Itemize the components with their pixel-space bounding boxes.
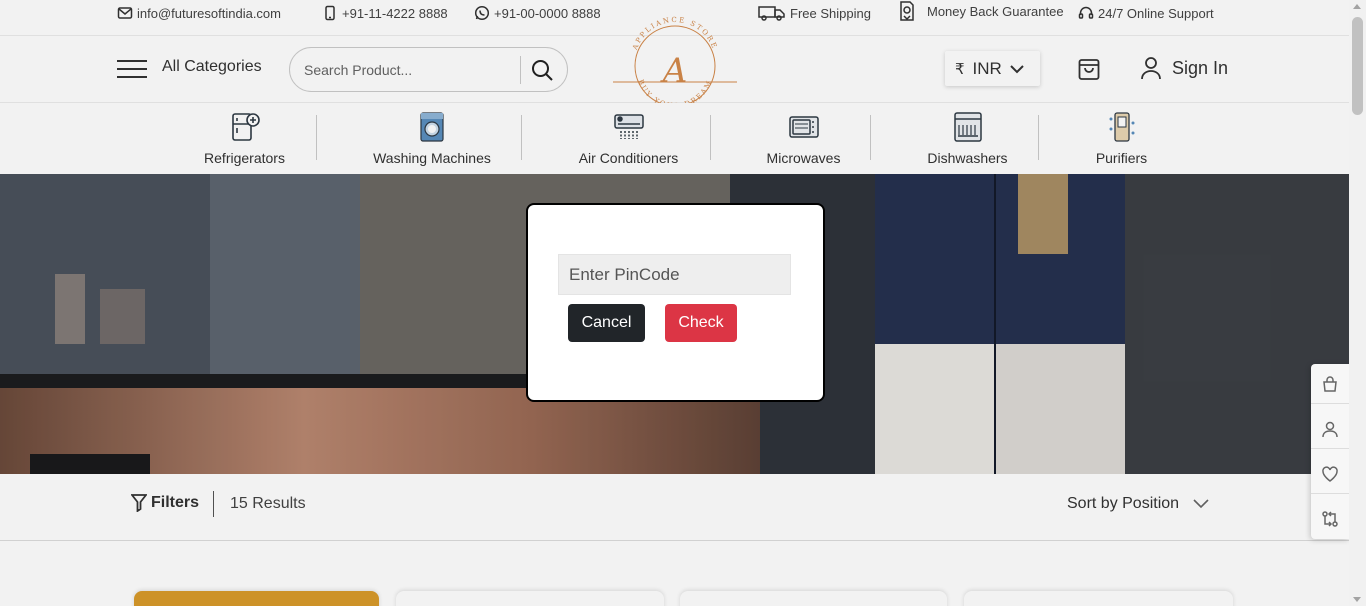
bag-icon xyxy=(1323,375,1337,392)
check-button[interactable]: Check xyxy=(665,304,737,342)
heart-icon xyxy=(1322,465,1338,482)
scroll-down-arrow-icon[interactable] xyxy=(1353,597,1361,602)
side-quick-actions xyxy=(1311,364,1349,539)
side-account-button[interactable] xyxy=(1311,409,1349,449)
cancel-button[interactable]: Cancel xyxy=(568,304,645,342)
side-wishlist-button[interactable] xyxy=(1311,454,1349,494)
side-cart-button[interactable] xyxy=(1311,364,1349,404)
scrollbar-thumb[interactable] xyxy=(1352,17,1363,115)
side-compare-button[interactable] xyxy=(1311,499,1349,539)
page-scrollbar[interactable] xyxy=(1349,0,1366,606)
pincode-modal: Cancel Check xyxy=(526,203,825,402)
compare-icon xyxy=(1322,511,1338,527)
pincode-input[interactable] xyxy=(558,254,791,295)
page: info@futuresoftindia.com +91-11-4222 888… xyxy=(0,0,1349,606)
user-icon xyxy=(1322,421,1338,437)
scroll-up-arrow-icon[interactable] xyxy=(1353,4,1361,9)
